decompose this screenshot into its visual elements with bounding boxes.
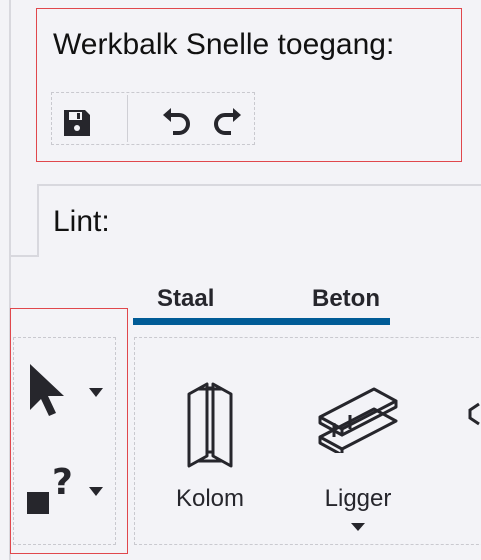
ribbon-title: Lint: bbox=[53, 205, 110, 238]
ribbon-panel-bottom-border bbox=[11, 255, 39, 257]
redo-icon bbox=[214, 108, 241, 135]
save-icon bbox=[64, 110, 90, 136]
undo-button[interactable] bbox=[157, 104, 197, 142]
ribbon-panel-top-border bbox=[37, 184, 481, 186]
ligger-dropdown-icon[interactable] bbox=[350, 521, 366, 533]
query-tool-button[interactable]: ? bbox=[22, 460, 110, 518]
help-query-icon: ? bbox=[27, 462, 103, 514]
ligger-label: Ligger bbox=[324, 485, 392, 512]
ligger-tool-button[interactable]: Ligger bbox=[298, 375, 418, 535]
save-button[interactable] bbox=[58, 104, 96, 142]
beam-icon bbox=[318, 387, 398, 453]
partial-tool-icon bbox=[468, 402, 480, 426]
qat-separator bbox=[127, 95, 128, 142]
select-tool-button[interactable] bbox=[22, 362, 110, 418]
select-pointer-icon bbox=[30, 364, 103, 416]
active-tab-underline bbox=[133, 318, 390, 325]
kolom-tool-button[interactable]: Kolom bbox=[150, 375, 270, 525]
tab-beton[interactable]: Beton bbox=[312, 285, 380, 313]
tab-staal[interactable]: Staal bbox=[157, 285, 214, 313]
undo-icon bbox=[163, 108, 190, 135]
ribbon-panel-left-border bbox=[37, 184, 39, 256]
redo-button[interactable] bbox=[207, 104, 247, 142]
column-icon bbox=[187, 382, 233, 468]
qat-title: Werkbalk Snelle toegang: bbox=[53, 28, 395, 61]
kolom-label: Kolom bbox=[175, 485, 245, 512]
svg-text:?: ? bbox=[52, 462, 73, 503]
